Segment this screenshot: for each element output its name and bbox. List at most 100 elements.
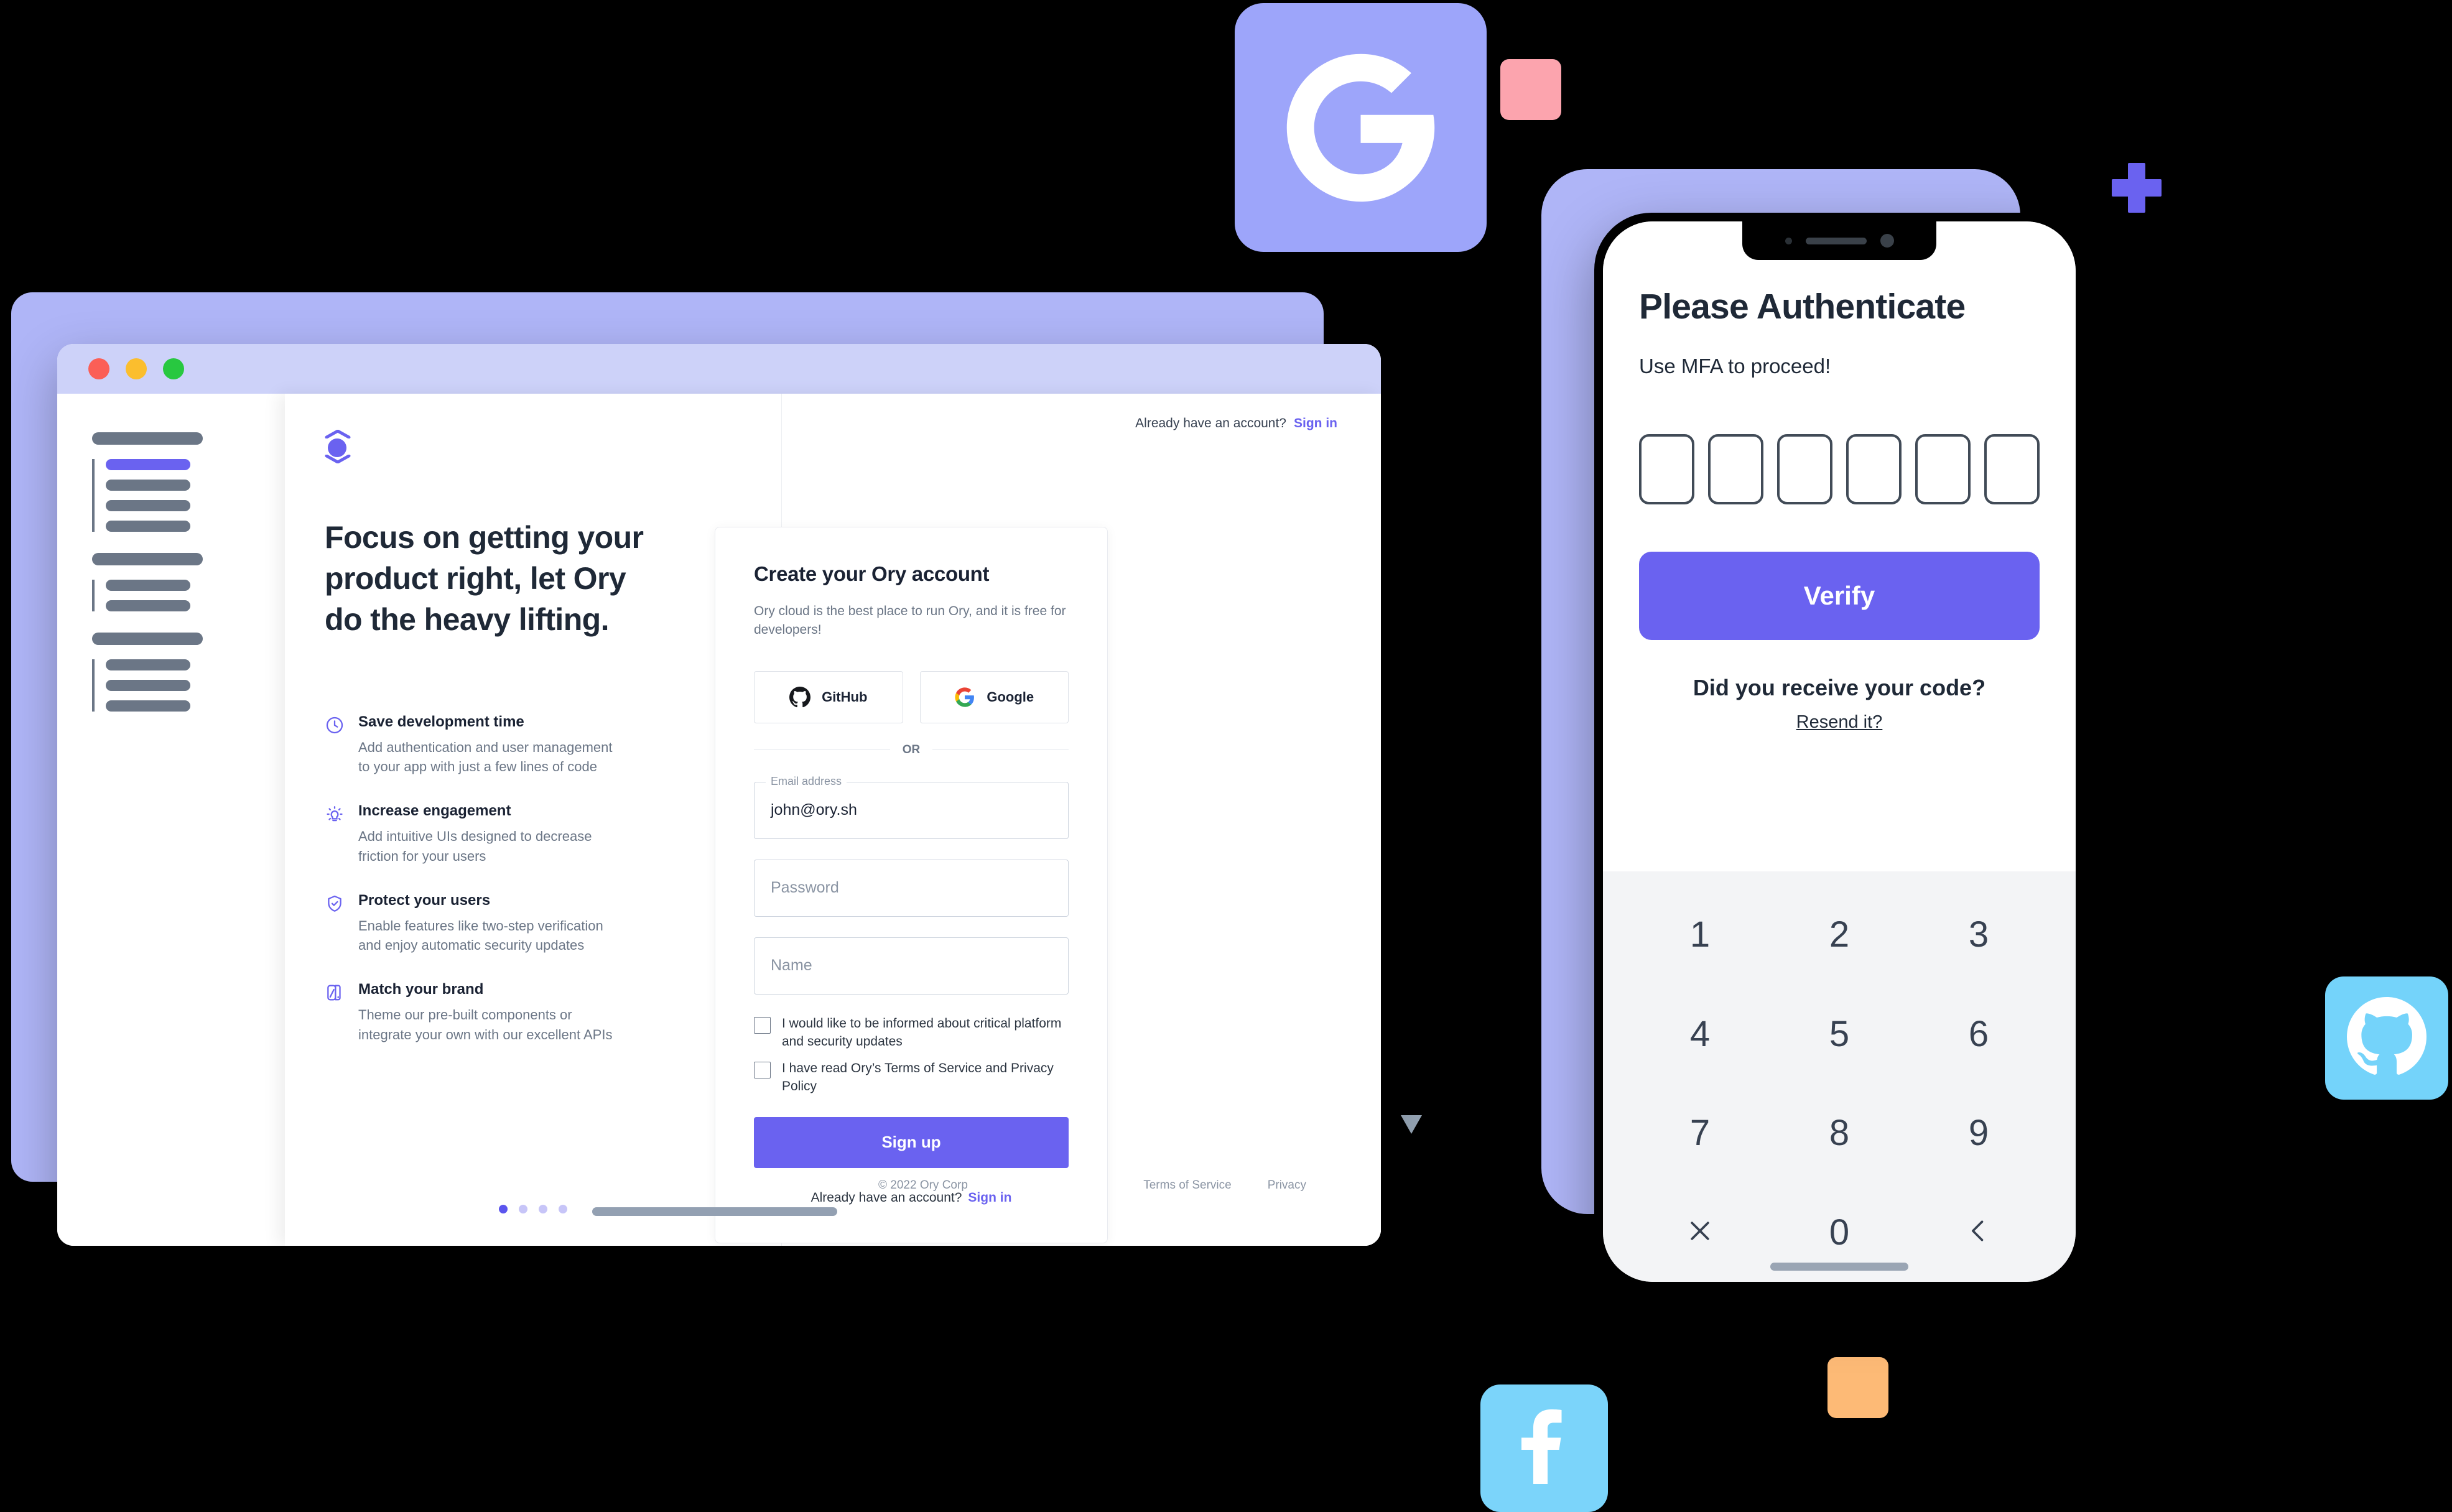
keypad-key-3[interactable]: 3 — [1909, 885, 2048, 985]
close-red-dot[interactable] — [88, 358, 109, 379]
terms-checkbox-label: I have read Ory’s Terms of Service and P… — [782, 1060, 1054, 1093]
email-field-value: john@ory.sh — [771, 801, 857, 819]
home-indicator — [1770, 1263, 1908, 1271]
facebook-icon — [1507, 1409, 1582, 1487]
clock-icon — [325, 715, 345, 735]
oauth-button-row: GitHub Google — [754, 670, 1069, 723]
skeleton-line — [106, 659, 190, 670]
carousel-dot-4[interactable] — [559, 1205, 567, 1213]
name-field[interactable]: Name — [754, 937, 1069, 995]
hero-headline: Focus on getting your product right, let… — [325, 517, 743, 640]
password-field-placeholder: Password — [771, 879, 839, 897]
maximize-green-dot[interactable] — [163, 358, 184, 379]
keypad-key-2[interactable]: 2 — [1770, 885, 1909, 985]
signup-signin-link[interactable]: Sign in — [968, 1190, 1011, 1205]
otp-box-1[interactable] — [1639, 434, 1694, 504]
skeleton-line — [106, 521, 190, 532]
otp-input-group[interactable] — [1639, 434, 2040, 504]
phone-notch — [1742, 221, 1936, 260]
otp-box-6[interactable] — [1984, 434, 2040, 504]
header-signin-link[interactable]: Sign in — [1294, 416, 1337, 430]
skeleton-line-active — [106, 459, 190, 470]
updates-checkbox-row[interactable]: I would like to be informed about critic… — [754, 1015, 1069, 1051]
numeric-keypad: 1 2 3 4 5 6 7 8 9 0 — [1603, 871, 2076, 1282]
feature-title: Save development time — [358, 713, 524, 730]
hero-line: Focus on getting your — [325, 520, 644, 555]
shield-check-icon — [325, 894, 345, 914]
feature-item: Save development time Add authentication… — [325, 713, 743, 776]
speaker-icon — [1805, 237, 1867, 244]
carousel-dot-2[interactable] — [519, 1205, 527, 1213]
updates-checkbox[interactable] — [754, 1016, 771, 1034]
sensor-icon — [1785, 237, 1792, 244]
signup-submit-button[interactable]: Sign up — [754, 1116, 1069, 1168]
google-oauth-label: Google — [987, 689, 1034, 705]
terms-checkbox-row[interactable]: I have read Ory’s Terms of Service and P… — [754, 1060, 1069, 1096]
github-oauth-button[interactable]: GitHub — [754, 670, 903, 723]
otp-box-3[interactable] — [1777, 434, 1832, 504]
close-x-icon — [1686, 1212, 1714, 1253]
skeleton-group — [92, 580, 279, 611]
keypad-key-clear[interactable] — [1630, 1183, 1770, 1282]
mfa-content: Please Authenticate Use MFA to proceed! … — [1603, 221, 2076, 733]
feature-item: Match your brand Theme our pre-built com… — [325, 981, 743, 1044]
keypad-key-1[interactable]: 1 — [1630, 885, 1770, 985]
plus-shape — [2112, 163, 2162, 213]
sidebar-skeleton — [57, 394, 279, 1246]
skeleton-group — [92, 459, 279, 532]
footer-privacy-link[interactable]: Privacy — [1268, 1179, 1306, 1192]
password-field[interactable]: Password — [754, 859, 1069, 917]
minimize-yellow-dot[interactable] — [126, 358, 147, 379]
keypad-key-6[interactable]: 6 — [1909, 985, 2048, 1084]
browser-titlebar — [57, 344, 1381, 394]
otp-box-5[interactable] — [1915, 434, 1971, 504]
email-field[interactable]: Email address john@ory.sh — [754, 774, 1069, 839]
skeleton-line — [106, 700, 190, 712]
google-g-icon — [1272, 39, 1449, 216]
triangle-down-shape — [1401, 1115, 1422, 1134]
skeleton-line — [106, 500, 190, 511]
keypad-key-4[interactable]: 4 — [1630, 985, 1770, 1084]
terms-checkbox[interactable] — [754, 1061, 771, 1078]
carousel-dot-3[interactable] — [539, 1205, 547, 1213]
otp-box-4[interactable] — [1846, 434, 1902, 504]
footer-copyright: © 2022 Ory Corp — [878, 1179, 968, 1192]
pink-square-shape — [1500, 59, 1561, 120]
resend-code-link[interactable]: Resend it? — [1639, 712, 2040, 733]
verify-button[interactable]: Verify — [1639, 552, 2040, 640]
keypad-key-5[interactable]: 5 — [1770, 985, 1909, 1084]
feature-desc: Add authentication and user management t… — [358, 740, 613, 775]
carousel-dot-1[interactable] — [499, 1205, 508, 1213]
header-signin-text: Already have an account? — [1135, 416, 1286, 430]
skeleton-header — [92, 432, 203, 445]
google-oauth-button[interactable]: Google — [919, 670, 1069, 723]
skeleton-line — [106, 680, 190, 691]
header-signin-prompt: Already have an account? Sign in — [1135, 416, 1337, 431]
footer-terms-link[interactable]: Terms of Service — [1143, 1179, 1231, 1192]
hero-line: do the heavy lifting. — [325, 602, 609, 637]
skeleton-group — [92, 659, 279, 712]
footer-links: Terms of Service Privacy — [1143, 1179, 1306, 1192]
skeleton-line — [106, 600, 190, 611]
keypad-key-9[interactable]: 9 — [1909, 1083, 2048, 1183]
oauth-divider: OR — [754, 743, 1069, 757]
browser-content: Focus on getting your product right, let… — [57, 394, 1381, 1246]
github-icon — [789, 686, 811, 708]
keypad-key-backspace[interactable] — [1909, 1183, 2048, 1282]
camera-icon — [1880, 234, 1894, 248]
hero-line: product right, let Ory — [325, 561, 626, 596]
signup-signin-prompt: Already have an account? Sign in — [754, 1190, 1069, 1205]
keypad-key-8[interactable]: 8 — [1770, 1083, 1909, 1183]
github-tile — [2325, 976, 2448, 1100]
otp-box-2[interactable] — [1708, 434, 1763, 504]
feature-item: Increase engagement Add intuitive UIs de… — [325, 802, 743, 865]
updates-checkbox-label: I would like to be informed about critic… — [782, 1016, 1062, 1049]
feature-title: Match your brand — [358, 981, 484, 998]
skeleton-line — [106, 580, 190, 591]
code-prompt-text: Did you receive your code? — [1693, 675, 1986, 700]
marketing-pane: Focus on getting your product right, let… — [285, 394, 782, 1246]
backspace-chevron-icon — [1965, 1212, 1992, 1253]
horizontal-scrollbar[interactable] — [592, 1207, 837, 1216]
email-field-label: Email address — [766, 774, 847, 788]
keypad-key-7[interactable]: 7 — [1630, 1083, 1770, 1183]
